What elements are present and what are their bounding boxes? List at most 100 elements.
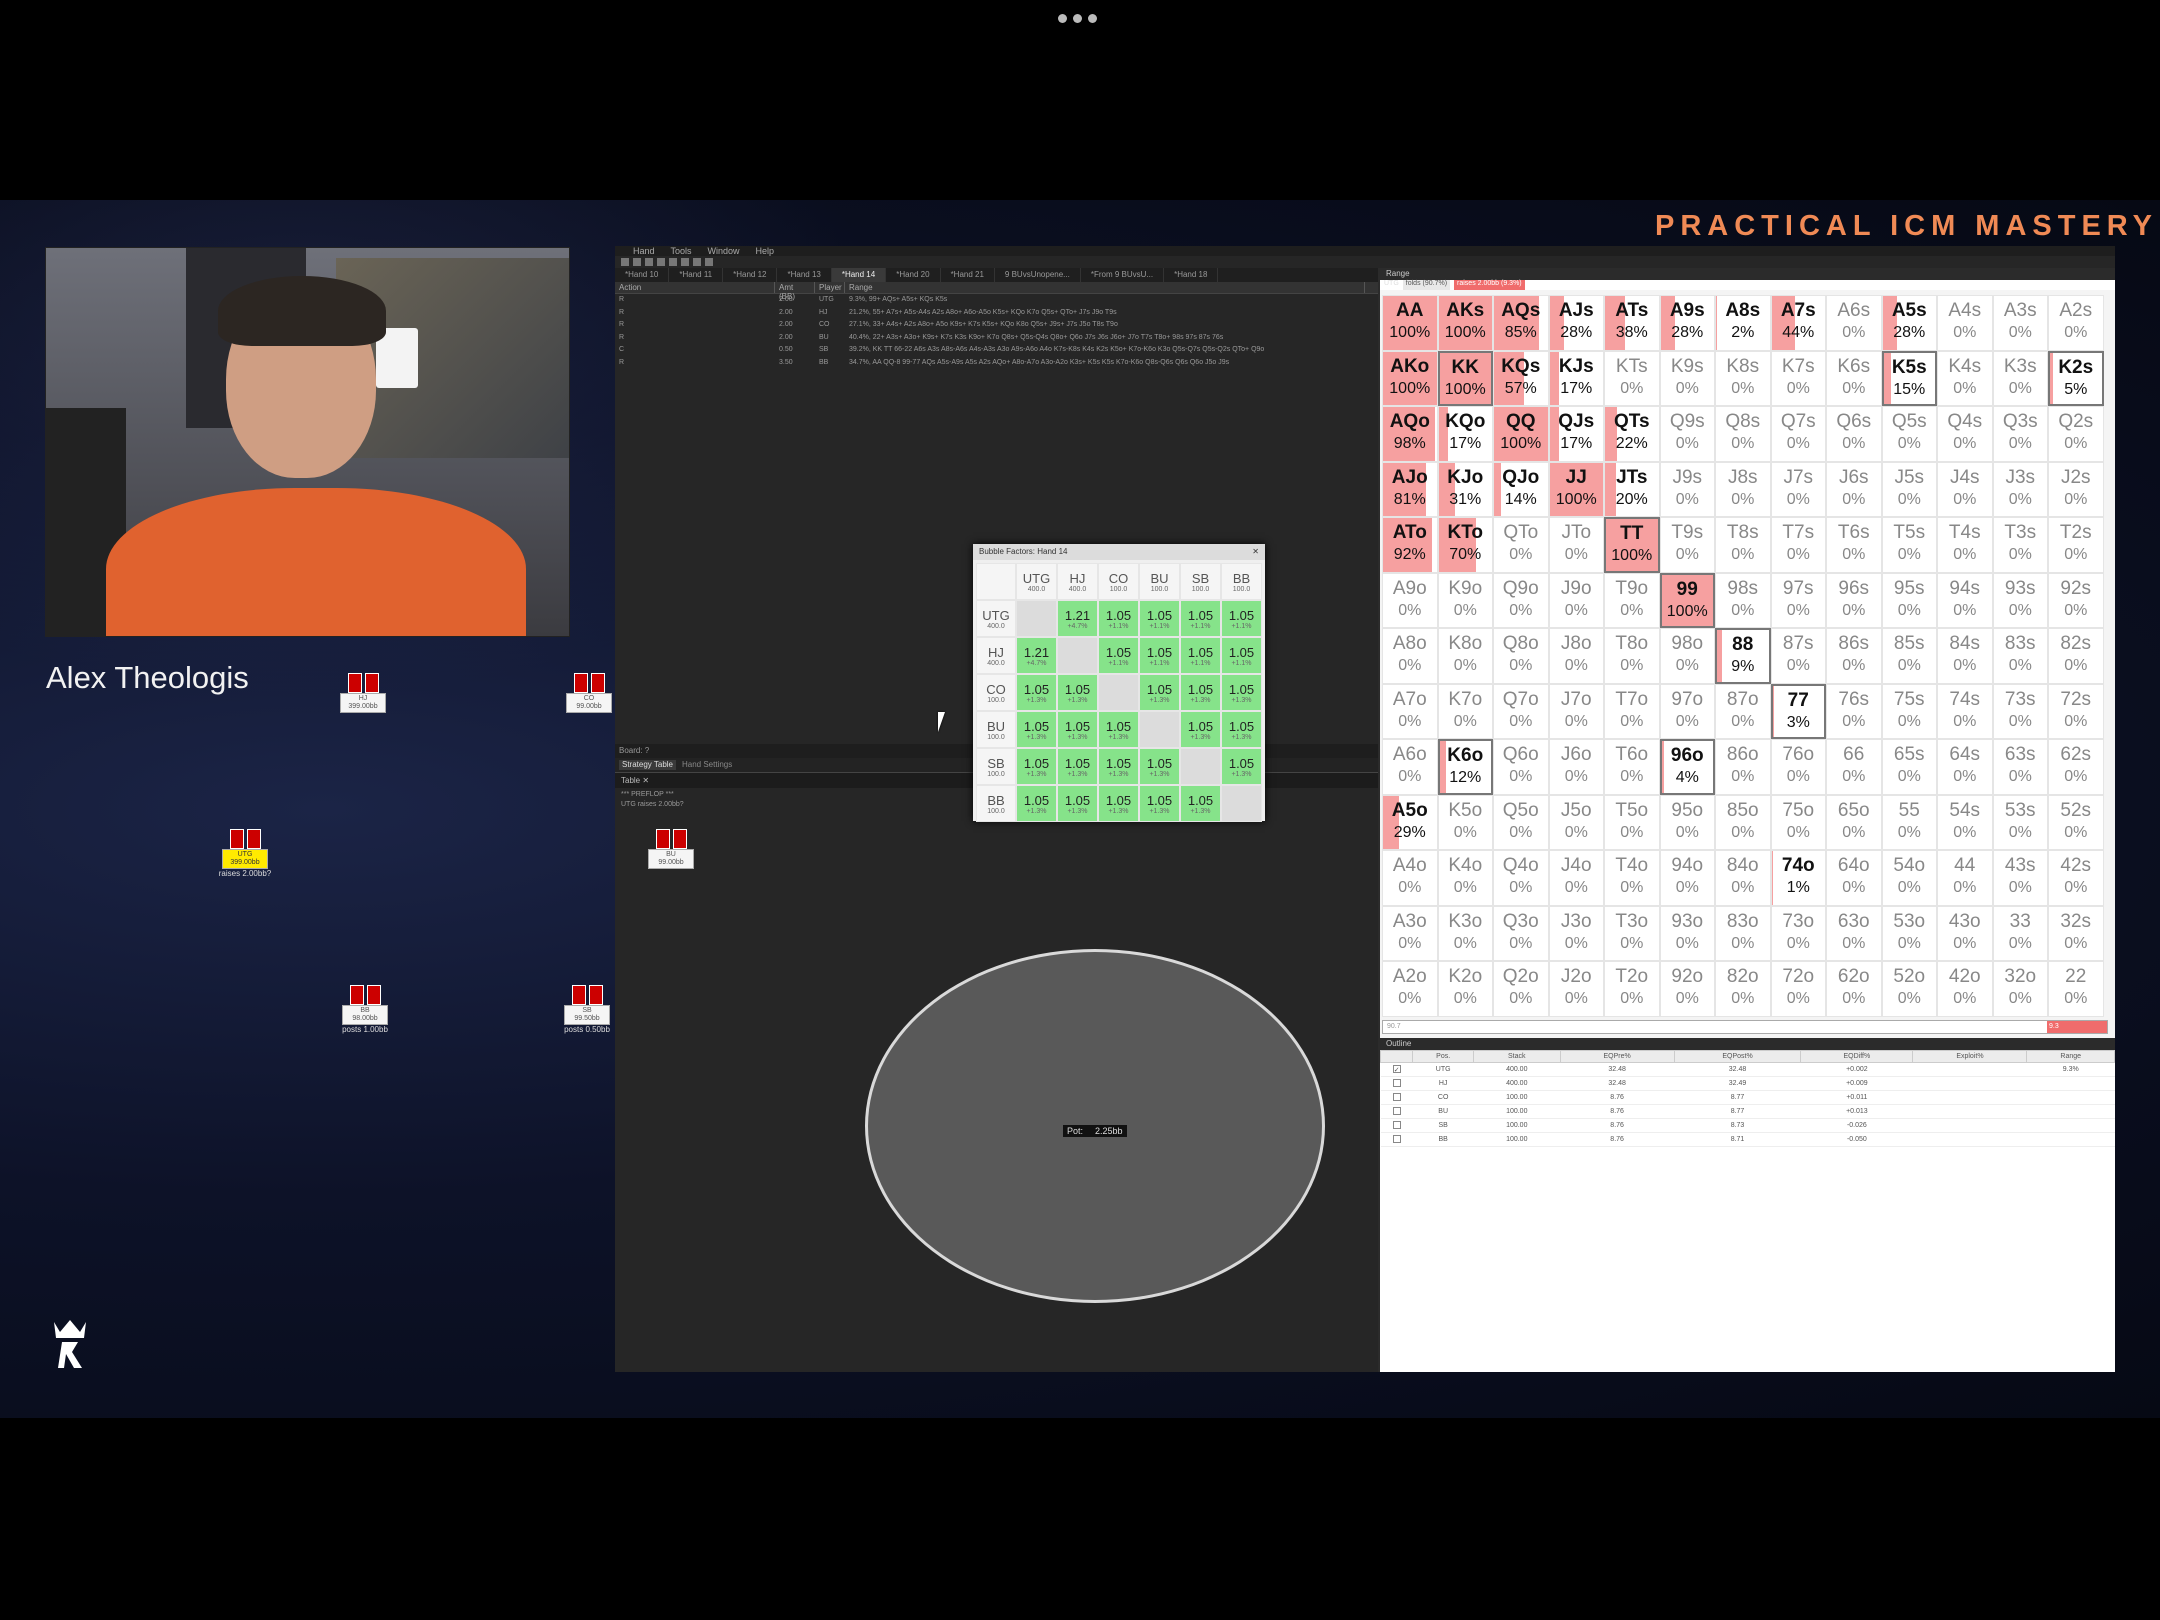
range-cell-43s[interactable]: 43s 0% [1992,850,2048,906]
window-options-dots[interactable] [1058,14,1097,23]
range-cell-98o[interactable]: 98o 0% [1659,628,1715,684]
range-cell-92s[interactable]: 92s 0% [2048,572,2104,628]
range-cell-52o[interactable]: 52o 0% [1881,961,1937,1017]
range-cell-T4o[interactable]: T4o 0% [1604,850,1660,906]
range-cell-J2s[interactable]: J2s 0% [2048,461,2104,517]
range-cell-KQs[interactable]: KQs 57% [1493,350,1549,406]
range-cell-96o[interactable]: 96o 4% [1659,739,1715,795]
range-cell-A2o[interactable]: A2o 0% [1382,961,1438,1017]
range-cell-43o[interactable]: 43o 0% [1937,905,1993,961]
range-cell-95o[interactable]: 95o 0% [1659,794,1715,850]
range-cell-92o[interactable]: 92o 0% [1659,961,1715,1017]
range-cell-54s[interactable]: 54s 0% [1937,794,1993,850]
outline-row[interactable]: BU 100.00 8.76 8.77 +0.013 [1380,1104,2115,1119]
range-cell-J2o[interactable]: J2o 0% [1548,961,1604,1017]
range-cell-K6o[interactable]: K6o 12% [1437,739,1493,795]
range-cell-42s[interactable]: 42s 0% [2048,850,2104,906]
range-cell-62o[interactable]: 62o 0% [1826,961,1882,1017]
bubble-factor-cell[interactable]: 1.05 +1.3% [1180,674,1221,711]
range-cell-83s[interactable]: 83s 0% [1992,628,2048,684]
range-cell-96s[interactable]: 96s 0% [1826,572,1882,628]
range-cell-97s[interactable]: 97s 0% [1770,572,1826,628]
menu-item-window[interactable]: Window [708,246,740,256]
range-cell-62s[interactable]: 62s 0% [2048,739,2104,795]
range-cell-94s[interactable]: 94s 0% [1937,572,1993,628]
tab-hand[interactable]: *From 9 BUvsU... [1081,268,1165,282]
bubble-factor-cell[interactable]: 1.05 +1.3% [1057,785,1098,822]
tab-hand-settings[interactable]: Hand Settings [682,760,732,770]
bubble-factor-cell[interactable]: 1.05 +1.3% [1180,711,1221,748]
range-cell-A4s[interactable]: A4s 0% [1937,295,1993,351]
range-cell-63o[interactable]: 63o 0% [1826,905,1882,961]
range-cell-J3o[interactable]: J3o 0% [1548,905,1604,961]
range-cell-AJo[interactable]: AJo 81% [1382,461,1438,517]
range-cell-K5o[interactable]: K5o 0% [1437,794,1493,850]
range-cell-74o[interactable]: 74o 1% [1770,850,1826,906]
range-cell-64s[interactable]: 64s 0% [1937,739,1993,795]
range-cell-QJs[interactable]: QJs 17% [1548,406,1604,462]
range-cell-A9s[interactable]: A9s 28% [1659,295,1715,351]
checkbox[interactable] [1392,1078,1401,1087]
outline-row[interactable]: CO 100.00 8.76 8.77 +0.011 [1380,1090,2115,1105]
checkbox[interactable] [1392,1120,1401,1129]
bubble-factor-cell[interactable]: 1.05 +1.3% [1180,785,1221,822]
range-cell-64o[interactable]: 64o 0% [1826,850,1882,906]
open-icon[interactable] [633,258,641,266]
range-cell-JJ[interactable]: JJ 100% [1548,461,1604,517]
seat-bb[interactable]: BB 98.00bb posts 1.00bb [342,985,388,1034]
range-cell-T2o[interactable]: T2o 0% [1604,961,1660,1017]
range-cell-93o[interactable]: 93o 0% [1659,905,1715,961]
outline-row[interactable]: ✓ UTG 400.00 32.48 32.48 +0.002 9.3% [1380,1062,2115,1077]
bubble-factor-cell[interactable]: 1.05 +1.1% [1180,600,1221,637]
range-cell-22[interactable]: 22 0% [2048,961,2104,1017]
range-cell-Q2o[interactable]: Q2o 0% [1493,961,1549,1017]
range-cell-J8s[interactable]: J8s 0% [1715,461,1771,517]
range-cell-87s[interactable]: 87s 0% [1770,628,1826,684]
range-cell-Q6s[interactable]: Q6s 0% [1826,406,1882,462]
range-cell-99[interactable]: 99 100% [1659,572,1715,628]
tab-hand[interactable]: *Hand 20 [886,268,941,282]
new-icon[interactable] [621,258,629,266]
action-row[interactable]: R 2.00 BU 40.4%, 22+ A3s+ A3o+ K9s+ K7s K3s… [615,332,1378,345]
tab-hand[interactable]: *Hand 21 [941,268,995,282]
range-cell-82o[interactable]: 82o 0% [1715,961,1771,1017]
seat-hj[interactable]: HJ 399.00bb [340,673,386,713]
range-cell-63s[interactable]: 63s 0% [1992,739,2048,795]
range-cell-Q8s[interactable]: Q8s 0% [1715,406,1771,462]
range-cell-82s[interactable]: 82s 0% [2048,628,2104,684]
menu-item-tools[interactable]: Tools [671,246,692,256]
status-raises[interactable]: raises 2.00bb (9.3%) [1454,280,1525,290]
range-cell-53o[interactable]: 53o 0% [1881,905,1937,961]
range-cell-T4s[interactable]: T4s 0% [1937,517,1993,573]
range-cell-ATo[interactable]: ATo 92% [1382,517,1438,573]
range-cell-A5s[interactable]: A5s 28% [1881,295,1937,351]
bubble-factor-cell[interactable]: 1.05 +1.3% [1221,748,1262,785]
range-cell-Q6o[interactable]: Q6o 0% [1493,739,1549,795]
range-cell-A6o[interactable]: A6o 0% [1382,739,1438,795]
tab-hand[interactable]: *Hand 12 [723,268,778,282]
range-cell-TT[interactable]: TT 100% [1604,517,1660,573]
range-cell-J7o[interactable]: J7o 0% [1548,683,1604,739]
range-cell-A2s[interactable]: A2s 0% [2048,295,2104,351]
range-cell-K3s[interactable]: K3s 0% [1992,350,2048,406]
range-cell-KJs[interactable]: KJs 17% [1548,350,1604,406]
bubble-factor-cell[interactable]: 1.05 +1.3% [1139,785,1180,822]
range-cell-66[interactable]: 66 0% [1826,739,1882,795]
range-cell-J4s[interactable]: J4s 0% [1937,461,1993,517]
bubble-factor-cell[interactable]: 1.05 +1.3% [1016,748,1057,785]
bubble-factor-cell[interactable]: 1.05 +1.3% [1057,674,1098,711]
range-cell-KJo[interactable]: KJo 31% [1437,461,1493,517]
bubble-factor-cell[interactable]: 1.05 +1.1% [1098,600,1139,637]
range-cell-T3s[interactable]: T3s 0% [1992,517,2048,573]
range-cell-QTs[interactable]: QTs 22% [1604,406,1660,462]
range-cell-Q4s[interactable]: Q4s 0% [1937,406,1993,462]
run-icon[interactable] [705,258,713,266]
outline-row[interactable]: HJ 400.00 32.48 32.49 +0.009 [1380,1076,2115,1091]
range-cell-Q5o[interactable]: Q5o 0% [1493,794,1549,850]
tab-strategy-table[interactable]: Strategy Table [619,760,676,770]
bubble-factor-cell[interactable]: 1.05 +1.3% [1098,785,1139,822]
range-cell-JTs[interactable]: JTs 20% [1604,461,1660,517]
bubble-factors-dialog[interactable]: Bubble Factors: Hand 14 ✕ UTG 400.0 HJ 400.0… [973,544,1265,822]
range-cell-KTo[interactable]: KTo 70% [1437,517,1493,573]
bubble-factor-cell[interactable]: 1.05 +1.3% [1139,674,1180,711]
